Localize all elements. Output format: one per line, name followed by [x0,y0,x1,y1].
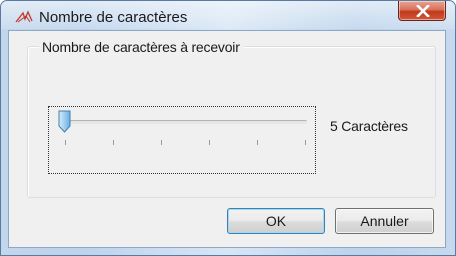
close-x-icon [416,5,430,17]
close-button[interactable] [398,1,446,21]
slider-tick [257,140,258,145]
slider-tick [113,140,114,145]
window-title: Nombre de caractères [39,9,188,26]
ok-button[interactable]: OK [227,208,325,234]
slider-thumb[interactable] [58,110,71,133]
character-count-slider[interactable] [48,106,316,174]
slider-tick [305,140,306,145]
slider-tick [65,140,66,145]
slider-value-label: 5 Caractères [330,118,408,134]
slider-track[interactable] [65,120,307,124]
scribble-icon [15,10,33,23]
slider-tick [161,140,162,145]
slider-tick [209,140,210,145]
group-box-label: Nombre de caractères à recevoir [39,39,244,55]
cancel-button[interactable]: Annuler [335,208,434,234]
